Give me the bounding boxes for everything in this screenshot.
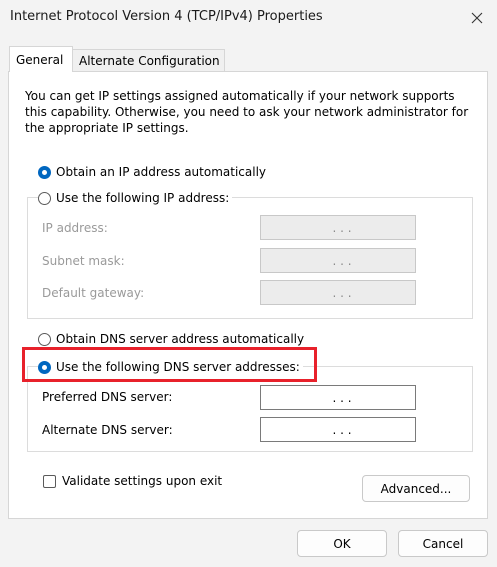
radio-unchecked-icon xyxy=(38,191,51,205)
checkbox-unchecked-icon xyxy=(43,474,56,488)
use-following-dns-label: Use the following DNS server addresses: xyxy=(56,360,300,374)
tab-alternate-configuration[interactable]: Alternate Configuration xyxy=(73,49,225,72)
cancel-button[interactable]: Cancel xyxy=(398,530,488,557)
ip-address-dots: . . . xyxy=(332,220,352,235)
alternate-dns-input[interactable]: . . . xyxy=(260,417,416,442)
description-text: You can get IP settings assigned automat… xyxy=(25,89,469,135)
alternate-dns-dots: . . . xyxy=(332,422,352,437)
use-following-ip-radio[interactable]: Use the following IP address: xyxy=(38,191,233,205)
preferred-dns-dots: . . . xyxy=(332,390,352,405)
use-following-ip-label: Use the following IP address: xyxy=(56,191,230,205)
obtain-dns-automatically-radio[interactable]: Obtain DNS server address automatically xyxy=(38,332,304,346)
alternate-dns-label: Alternate DNS server: xyxy=(42,423,173,437)
subnet-mask-input[interactable]: . . . xyxy=(260,248,416,273)
window-title: Internet Protocol Version 4 (TCP/IPv4) P… xyxy=(10,9,323,24)
ok-button[interactable]: OK xyxy=(297,530,387,557)
radio-checked-icon xyxy=(38,165,51,179)
obtain-ip-automatically-label: Obtain an IP address automatically xyxy=(56,165,267,179)
preferred-dns-input[interactable]: . . . xyxy=(260,385,416,410)
obtain-ip-automatically-radio[interactable]: Obtain an IP address automatically xyxy=(38,165,266,179)
subnet-mask-dots: . . . xyxy=(332,253,352,268)
radio-unchecked-icon xyxy=(38,332,51,346)
advanced-button[interactable]: Advanced... xyxy=(362,475,470,502)
use-following-dns-radio[interactable]: Use the following DNS server addresses: xyxy=(38,360,303,374)
tab-general[interactable]: General xyxy=(9,46,73,72)
default-gateway-input[interactable]: . . . xyxy=(260,280,416,305)
ip-address-input[interactable]: . . . xyxy=(260,215,416,240)
subnet-mask-label: Subnet mask: xyxy=(42,254,125,268)
radio-checked-icon xyxy=(38,360,51,374)
title-bar: Internet Protocol Version 4 (TCP/IPv4) P… xyxy=(0,0,497,36)
default-gateway-label: Default gateway: xyxy=(42,286,145,300)
close-icon xyxy=(471,12,483,24)
preferred-dns-label: Preferred DNS server: xyxy=(42,390,173,404)
obtain-dns-automatically-label: Obtain DNS server address automatically xyxy=(56,332,305,346)
tab-alternate-configuration-label: Alternate Configuration xyxy=(79,54,220,68)
validate-settings-label: Validate settings upon exit xyxy=(62,474,223,488)
validate-settings-checkbox[interactable]: Validate settings upon exit xyxy=(43,474,222,488)
close-button[interactable] xyxy=(465,6,489,30)
ip-address-label: IP address: xyxy=(42,221,108,235)
default-gateway-dots: . . . xyxy=(332,285,352,300)
tab-general-label: General xyxy=(16,52,64,67)
